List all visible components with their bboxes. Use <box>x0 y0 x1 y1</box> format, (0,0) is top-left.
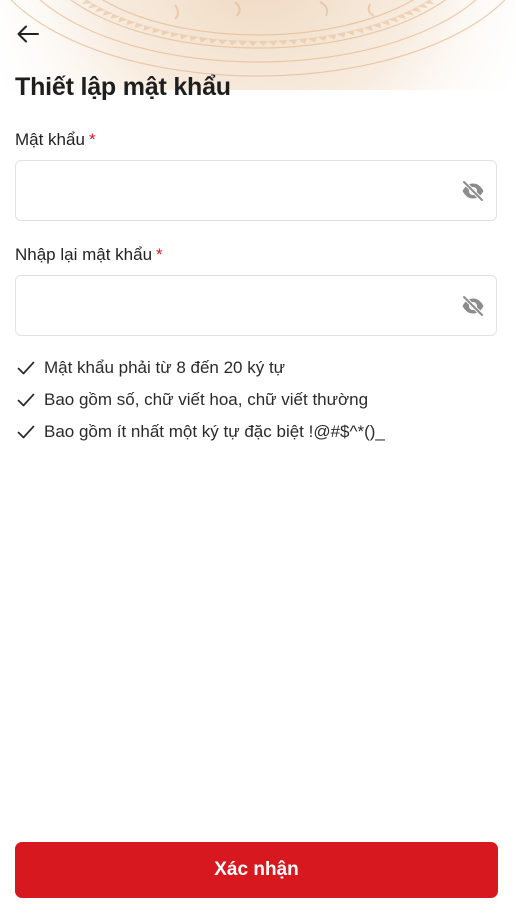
password-input[interactable] <box>30 161 450 220</box>
page-title: Thiết lập mật khẩu <box>15 73 231 101</box>
password-field[interactable] <box>15 160 497 221</box>
confirm-password-label: Nhập lại mật khẩu * <box>15 244 163 266</box>
back-button[interactable] <box>10 18 46 50</box>
password-rules-list: Mật khẩu phải từ 8 đến 20 ký tự Bao gồm … <box>16 352 496 448</box>
eye-off-icon <box>462 295 484 317</box>
check-icon <box>16 390 36 410</box>
confirm-password-visibility-toggle[interactable] <box>460 293 486 319</box>
password-rule-item: Bao gồm ít nhất một ký tự đặc biệt !@#$^… <box>16 416 496 448</box>
confirm-password-input[interactable] <box>30 276 450 335</box>
required-mark: * <box>88 130 96 149</box>
arrow-left-icon <box>17 25 39 43</box>
eye-off-icon <box>462 180 484 202</box>
confirm-password-field[interactable] <box>15 275 497 336</box>
password-rule-text: Bao gồm số, chữ viết hoa, chữ viết thườn… <box>44 390 369 409</box>
password-visibility-toggle[interactable] <box>460 178 486 204</box>
password-rule-item: Bao gồm số, chữ viết hoa, chữ viết thườn… <box>16 384 496 416</box>
confirm-password-label-text: Nhập lại mật khẩu <box>15 245 153 264</box>
password-rule-text: Mật khẩu phải từ 8 đến 20 ký tự <box>44 358 286 377</box>
password-rule-item: Mật khẩu phải từ 8 đến 20 ký tự <box>16 352 496 384</box>
confirm-button[interactable]: Xác nhận <box>15 842 498 898</box>
password-rule-text: Bao gồm ít nhất một ký tự đặc biệt !@#$^… <box>44 422 385 441</box>
password-label-text: Mật khẩu <box>15 130 85 149</box>
required-mark: * <box>156 245 163 264</box>
password-label: Mật khẩu * <box>15 129 96 151</box>
check-icon <box>16 358 36 378</box>
check-icon <box>16 422 36 442</box>
